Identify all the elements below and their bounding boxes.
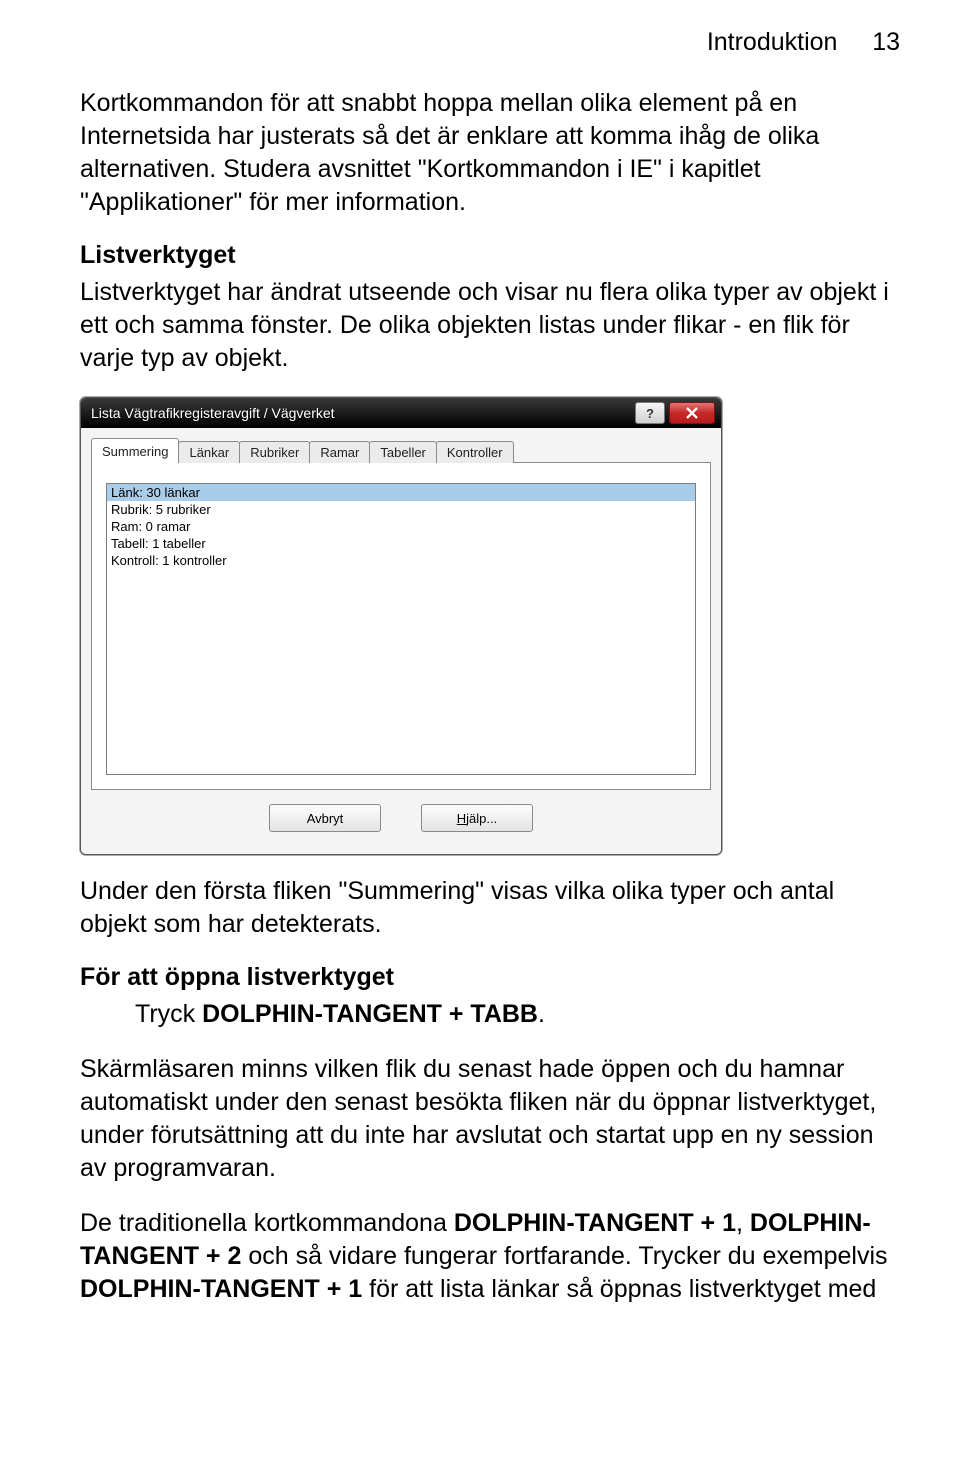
list-item-label: Kontroll: 1 kontroller [111,553,227,568]
list-item-label: Tabell: 1 tabeller [111,536,206,551]
dialog-body: Summering Länkar Rubriker Ramar Tabeller… [81,428,721,854]
tab-content: Länk: 30 länkar Rubrik: 5 rubriker Ram: … [91,462,711,790]
tab-label: Rubriker [250,445,299,460]
keyboard-shortcut: DOLPHIN-TANGENT + 1 [454,1209,736,1237]
dialog-titlebar[interactable]: Lista Vägtrafikregisteravgift / Vägverke… [81,398,721,428]
titlebar-controls: ? [635,402,715,424]
text: Tryck [135,1000,202,1028]
tab-tabeller[interactable]: Tabeller [369,441,437,463]
listverktyget-paragraph: Listverktyget har ändrat utseende och vi… [80,276,900,375]
help-icon: ? [646,406,654,421]
list-item[interactable]: Kontroll: 1 kontroller [107,552,695,569]
list-item[interactable]: Länk: 30 länkar [107,484,695,501]
tab-label: Kontroller [447,445,503,460]
text: och så vidare fungerar fortfarande. Tryc… [241,1242,887,1270]
intro-paragraph: Kortkommandon för att snabbt hoppa mella… [80,87,900,219]
text: De traditionella kortkommandona [80,1209,454,1237]
tab-label: Länkar [189,445,229,460]
tab-summering[interactable]: Summering [91,438,179,463]
text: för att lista länkar så öppnas listverkt… [362,1275,876,1303]
tab-kontroller[interactable]: Kontroller [436,441,514,463]
list-item[interactable]: Tabell: 1 tabeller [107,535,695,552]
list-item-label: Rubrik: 5 rubriker [111,502,211,517]
after-dialog-paragraph: Under den första fliken "Summering" visa… [80,875,900,941]
titlebar-help-button[interactable]: ? [635,402,665,424]
list-item-label: Länk: 30 länkar [111,485,200,500]
page-header: Introduktion 13 [80,28,900,57]
list-dialog: Lista Vägtrafikregisteravgift / Vägverke… [80,397,722,855]
text: , [736,1209,750,1237]
button-label: Hjälp... [457,811,497,826]
memory-paragraph: Skärmläsaren minns vilken flik du senast… [80,1053,900,1185]
open-instruction: Tryck DOLPHIN-TANGENT + TABB. [80,998,900,1031]
titlebar-close-button[interactable] [669,402,715,424]
tab-label: Tabeller [380,445,426,460]
mnemonic-letter: H [457,811,466,826]
tab-label: Summering [102,444,168,459]
list-item[interactable]: Ram: 0 ramar [107,518,695,535]
keyboard-shortcut: DOLPHIN-TANGENT + 1 [80,1275,362,1303]
traditional-shortcuts-paragraph: De traditionella kortkommandona DOLPHIN-… [80,1207,900,1306]
list-item[interactable]: Rubrik: 5 rubriker [107,501,695,518]
list-item-label: Ram: 0 ramar [111,519,190,534]
tab-label: Ramar [320,445,359,460]
dialog-title: Lista Vägtrafikregisteravgift / Vägverke… [87,405,335,421]
text: . [538,1000,545,1028]
open-heading: För att öppna listverktyget [80,963,900,992]
listverktyget-heading: Listverktyget [80,241,900,270]
cancel-button[interactable]: Avbryt [269,804,381,832]
close-icon [686,407,698,419]
button-label: Avbryt [307,811,344,826]
dialog-footer: Avbryt Hjälp... [91,790,711,842]
keyboard-shortcut: DOLPHIN-TANGENT + TABB [202,1000,538,1028]
tab-strip: Summering Länkar Rubriker Ramar Tabeller… [91,438,711,463]
summary-listbox[interactable]: Länk: 30 länkar Rubrik: 5 rubriker Ram: … [106,483,696,775]
tab-rubriker[interactable]: Rubriker [239,441,310,463]
button-label-rest: jälp... [466,811,497,826]
tab-ramar[interactable]: Ramar [309,441,370,463]
document-page: Introduktion 13 Kortkommandon för att sn… [0,0,960,1336]
help-button[interactable]: Hjälp... [421,804,533,832]
page-number: 13 [872,28,900,56]
tab-lankar[interactable]: Länkar [178,441,240,463]
section-name: Introduktion [707,28,838,56]
